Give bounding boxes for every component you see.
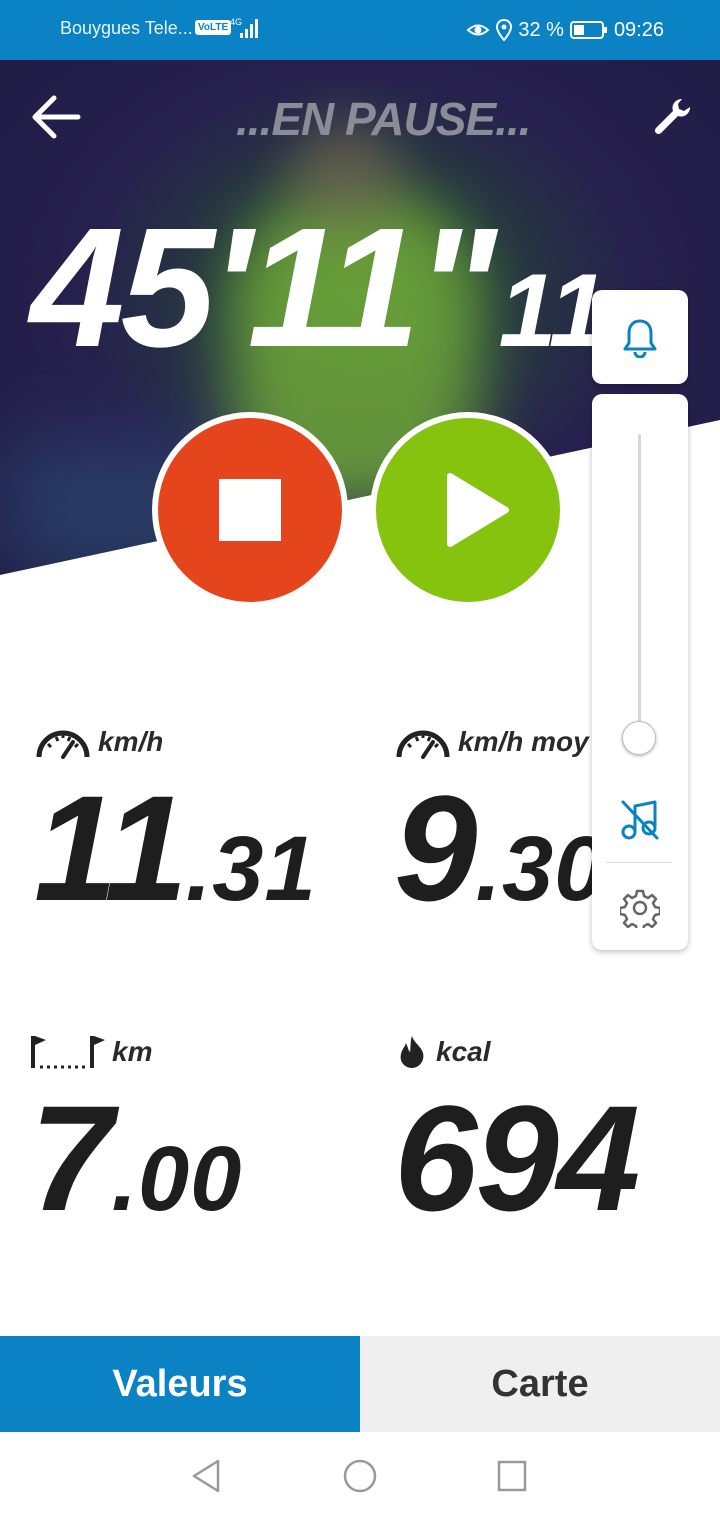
divider xyxy=(606,862,672,863)
speed-dec: .31 xyxy=(185,818,317,920)
distance-metric: km 7.00 xyxy=(30,1034,242,1245)
elapsed-timer: 45'11"11 xyxy=(30,190,607,386)
calories-int: 694 xyxy=(394,1074,640,1242)
battery-percent: 32 % xyxy=(518,18,564,41)
volume-slider-track[interactable] xyxy=(638,434,641,754)
network-type: 4G xyxy=(230,17,242,27)
gear-icon[interactable] xyxy=(620,888,660,928)
flame-icon xyxy=(400,1036,424,1068)
system-nav-bar xyxy=(0,1432,720,1520)
status-bar: Bouygues Tele... VoLTE 4G 32 % 09:26 xyxy=(0,0,720,60)
music-off-icon[interactable] xyxy=(620,799,660,841)
calories-metric: kcal 694 xyxy=(394,1034,640,1245)
clock: 09:26 xyxy=(613,18,664,41)
tab-values[interactable]: Valeurs xyxy=(0,1336,360,1432)
distance-unit: km xyxy=(112,1036,153,1067)
timer-hundredths: 11 xyxy=(498,253,607,369)
distance-flags-icon xyxy=(31,1036,105,1069)
avg-speed-int: 9 xyxy=(394,764,477,932)
avg-speed-dec: .30 xyxy=(475,818,594,920)
stop-icon xyxy=(219,479,281,541)
speed-int: 11 xyxy=(34,764,188,932)
tab-map[interactable]: Carte xyxy=(360,1336,720,1432)
bell-icon xyxy=(623,319,657,358)
battery-icon xyxy=(569,21,607,39)
avg-speed-metric: km/h moy 9.30 xyxy=(394,724,594,935)
speed-unit: km/h xyxy=(98,726,164,757)
avg-speed-unit: km/h moy xyxy=(458,726,589,757)
volte-badge: VoLTE xyxy=(195,20,232,35)
play-icon xyxy=(447,473,509,547)
signal-icon: 4G xyxy=(230,17,258,38)
eye-icon xyxy=(466,24,490,36)
wrench-icon[interactable] xyxy=(652,96,692,136)
speedometer-icon xyxy=(36,730,90,759)
nav-back-icon[interactable] xyxy=(190,1458,222,1494)
volume-slider-thumb[interactable] xyxy=(622,721,656,755)
stop-button[interactable] xyxy=(152,412,348,608)
carrier-name: Bouygues Tele... xyxy=(60,18,193,38)
location-icon xyxy=(496,19,513,41)
notification-toggle[interactable] xyxy=(592,290,688,384)
calories-unit: kcal xyxy=(436,1036,491,1067)
pause-status-text: ...EN PAUSE... xyxy=(236,93,531,145)
speedometer-icon xyxy=(396,730,450,759)
nav-home-icon[interactable] xyxy=(342,1458,378,1494)
nav-recents-icon[interactable] xyxy=(496,1458,528,1494)
back-arrow-icon[interactable] xyxy=(28,92,84,142)
distance-int: 7 xyxy=(30,1074,113,1242)
distance-dec: .00 xyxy=(111,1128,243,1230)
speed-metric: km/h 11.31 xyxy=(34,724,317,935)
volume-panel xyxy=(592,394,688,950)
timer-main: 45'11" xyxy=(30,193,497,383)
resume-button[interactable] xyxy=(370,412,566,608)
